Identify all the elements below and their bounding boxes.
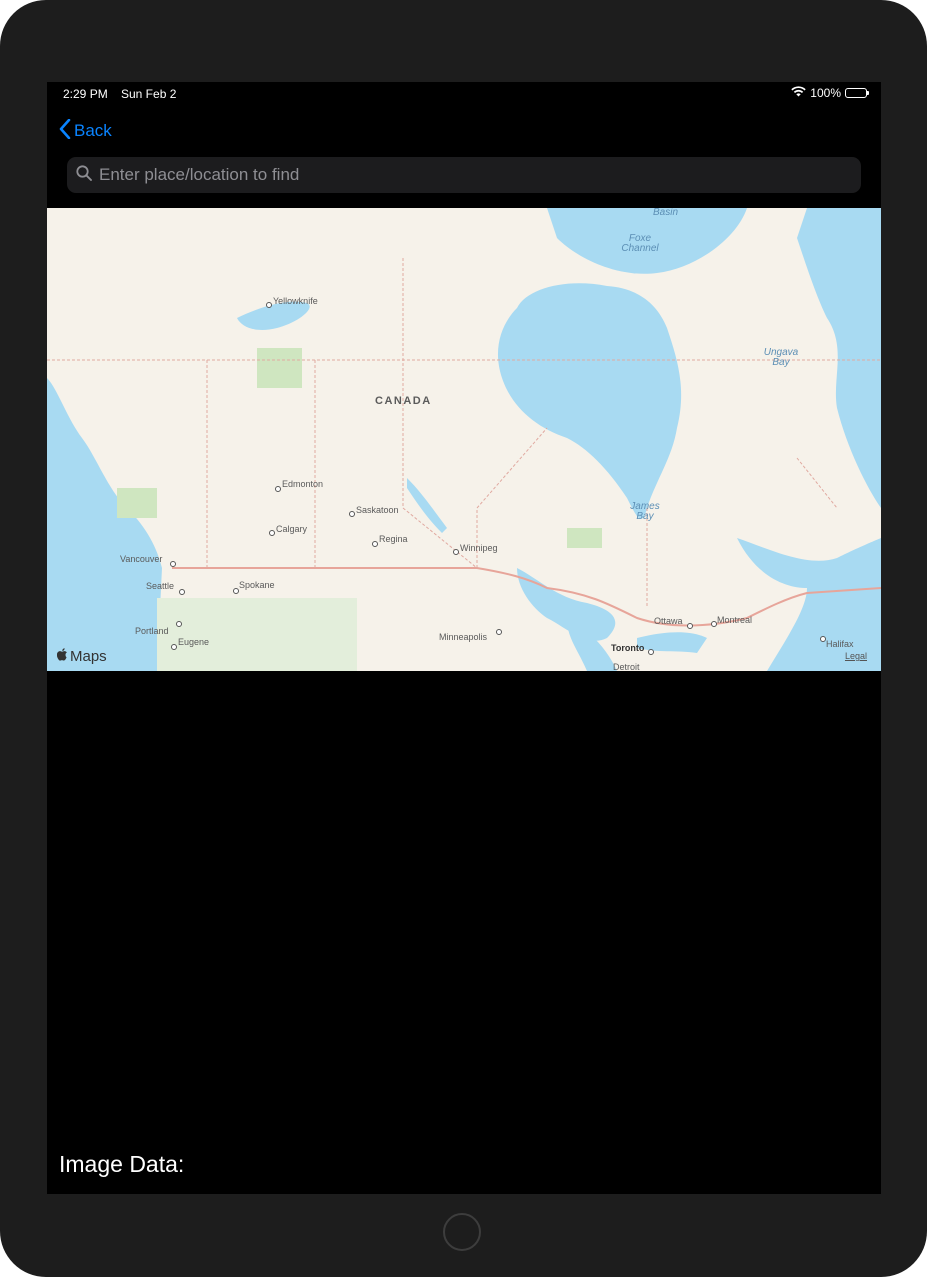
city-label-edmonton: Edmonton bbox=[282, 479, 324, 489]
city-marker bbox=[269, 530, 275, 536]
status-time: 2:29 PM bbox=[63, 87, 108, 101]
city-label-calgary: Calgary bbox=[276, 524, 308, 534]
city-label-halifax: Halifax bbox=[826, 639, 854, 649]
city-label-regina: Regina bbox=[379, 534, 408, 544]
battery-icon bbox=[845, 88, 869, 98]
city-marker bbox=[275, 486, 281, 492]
back-label: Back bbox=[74, 121, 112, 140]
city-label-spokane: Spokane bbox=[239, 580, 275, 590]
city-label-toronto: Toronto bbox=[611, 643, 645, 653]
city-label-yellowknife: Yellowknife bbox=[273, 296, 318, 306]
city-label-vancouver: Vancouver bbox=[120, 554, 163, 564]
city-label-detroit: Detroit bbox=[613, 662, 640, 671]
city-label-eugene: Eugene bbox=[178, 637, 210, 647]
city-label-winnipeg: Winnipeg bbox=[460, 543, 498, 553]
water-label-ungava-bay: Ungava Bay bbox=[763, 347, 799, 368]
map-view[interactable]: Basin Foxe Channel Ungava Bay James Bay … bbox=[47, 208, 881, 671]
wifi-icon bbox=[791, 86, 806, 100]
maps-attribution: Maps bbox=[56, 648, 107, 665]
legal-link[interactable]: Legal bbox=[845, 651, 867, 661]
city-label-portland: Portland bbox=[135, 626, 169, 636]
city-marker bbox=[496, 629, 502, 635]
search-icon bbox=[67, 164, 97, 186]
battery-percent: 100% bbox=[810, 86, 841, 100]
maps-attribution-text: Maps bbox=[70, 648, 107, 665]
city-marker bbox=[453, 549, 459, 555]
image-data-label: Image Data: bbox=[59, 1151, 185, 1177]
city-marker bbox=[176, 621, 182, 627]
city-label-ottawa: Ottawa bbox=[654, 616, 683, 626]
water-label-foxe-channel: Foxe Channel bbox=[621, 233, 659, 254]
city-marker bbox=[372, 541, 378, 547]
city-marker bbox=[648, 649, 654, 655]
city-marker bbox=[179, 589, 185, 595]
city-marker bbox=[266, 302, 272, 308]
city-marker bbox=[687, 623, 693, 629]
search-field[interactable] bbox=[67, 157, 861, 193]
ipad-frame: 2:29 PM Sun Feb 2 100% Back Enter place/… bbox=[0, 0, 927, 1277]
city-label-montreal: Montreal bbox=[717, 615, 753, 625]
apple-logo-icon bbox=[56, 648, 68, 665]
chevron-left-icon bbox=[59, 118, 74, 144]
city-marker bbox=[171, 644, 177, 650]
country-label-canada: CANADA bbox=[375, 395, 432, 407]
city-marker bbox=[349, 511, 355, 517]
city-label-seattle: Seattle bbox=[146, 581, 175, 591]
search-input[interactable] bbox=[97, 164, 861, 186]
status-right: 100% bbox=[791, 86, 869, 100]
water-label-james-bay: James Bay bbox=[630, 501, 660, 522]
water-label-basin: Basin bbox=[653, 208, 679, 218]
home-button[interactable] bbox=[443, 1213, 481, 1251]
city-label-saskatoon: Saskatoon bbox=[356, 505, 399, 515]
status-date: Sun Feb 2 bbox=[121, 87, 177, 101]
status-bar: 2:29 PM Sun Feb 2 100% bbox=[47, 82, 881, 106]
city-marker bbox=[170, 561, 176, 567]
screen: 2:29 PM Sun Feb 2 100% Back Enter place/… bbox=[47, 82, 881, 1194]
back-button[interactable]: Back bbox=[59, 118, 112, 144]
map-base-layer bbox=[47, 208, 881, 671]
city-label-minneapolis: Minneapolis bbox=[439, 632, 488, 642]
